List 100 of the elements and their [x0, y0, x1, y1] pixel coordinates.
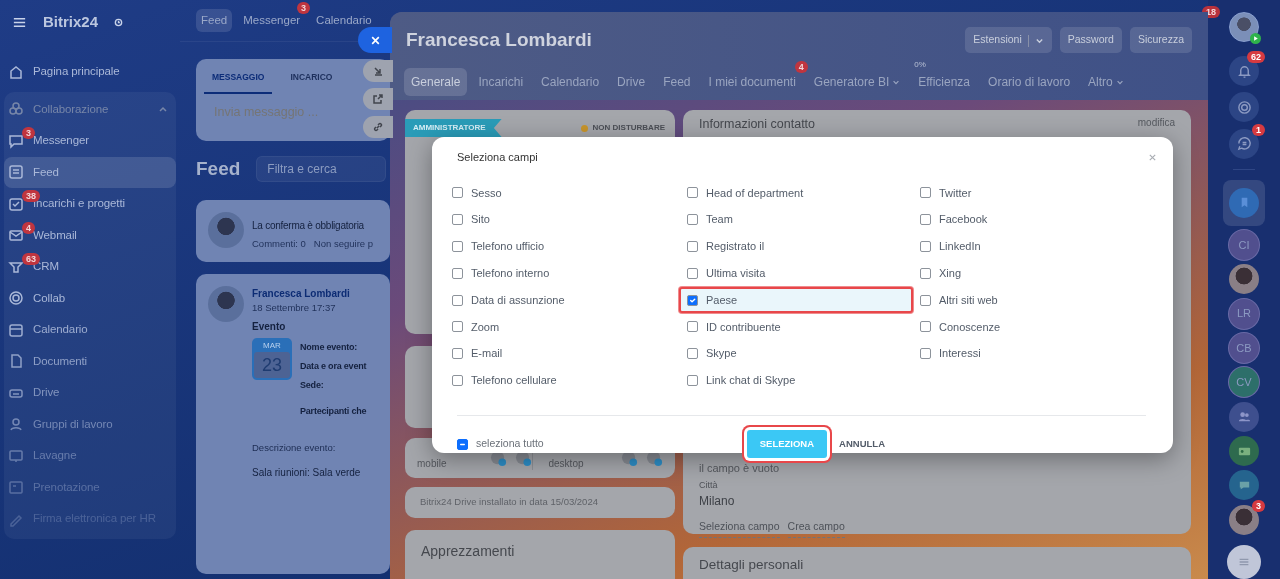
app-label: mobile: [417, 457, 448, 470]
event-field-label: Sede:: [300, 378, 324, 392]
checkbox[interactable]: [452, 321, 463, 333]
contact-avatar[interactable]: [1229, 264, 1259, 295]
field-link[interactable]: Crea campo: [787, 519, 845, 538]
checkbox[interactable]: [920, 294, 931, 306]
sidebar-item[interactable]: Documenti: [4, 345, 176, 377]
checkbox[interactable]: [920, 321, 931, 333]
count-badge: 62: [1247, 51, 1265, 64]
sidebar-item[interactable]: Lavagne: [4, 440, 176, 472]
checkbox[interactable]: [452, 374, 463, 386]
checkbox[interactable]: [920, 267, 931, 279]
dropdown-button[interactable]: Estensioni: [965, 27, 1052, 54]
contact-avatar[interactable]: CV: [1229, 367, 1259, 398]
checkbox[interactable]: [452, 267, 463, 279]
cancel-button[interactable]: ANNULLA: [833, 435, 891, 453]
contacts-button[interactable]: [1229, 436, 1259, 467]
checkbox[interactable]: [452, 214, 463, 226]
contact-avatar[interactable]: [1229, 504, 1259, 535]
composer-tab[interactable]: INCARICO: [282, 59, 341, 94]
sidebar-item[interactable]: Pagina principale: [4, 56, 176, 88]
play-icon: [1250, 33, 1261, 44]
checkbox-label: Telefono interno: [471, 266, 550, 282]
clock-icon: [114, 17, 124, 27]
chat-icon: [1236, 136, 1252, 152]
sidebar-item[interactable]: Feed: [4, 156, 176, 188]
messages-button[interactable]: [1229, 470, 1259, 501]
menu-button[interactable]: [1227, 545, 1261, 579]
profile-tab[interactable]: Drive: [610, 67, 653, 96]
message-field[interactable]: Invia messaggio ...: [212, 101, 342, 123]
checkbox[interactable]: [687, 241, 698, 252]
checkbox[interactable]: [452, 348, 463, 360]
logo[interactable]: Bitrix24: [43, 10, 99, 34]
checkbox-label: Xing: [939, 266, 962, 282]
checkbox[interactable]: [687, 348, 698, 360]
group-header[interactable]: Collaborazione: [4, 93, 176, 125]
profile-tab[interactable]: Generale: [404, 67, 468, 96]
post-meta-link[interactable]: Non seguire p: [313, 236, 373, 251]
nav-tab[interactable]: Calendario: [311, 8, 377, 33]
profile-tab[interactable]: Incarichi: [471, 67, 531, 96]
checkbox[interactable]: [687, 374, 698, 386]
bookmarks-button[interactable]: [1229, 187, 1259, 218]
checkbox[interactable]: [920, 214, 931, 226]
checkbox[interactable]: [452, 241, 463, 252]
group-chat-button[interactable]: [1229, 401, 1259, 432]
checkbox[interactable]: [687, 294, 698, 306]
profile-tab[interactable]: Generatore BI: [806, 67, 908, 96]
field-link[interactable]: Seleziona campo: [699, 519, 780, 538]
contact-avatar[interactable]: CI: [1229, 229, 1259, 260]
checkbox[interactable]: [687, 214, 698, 226]
calendar-month: MAR: [262, 339, 282, 352]
checkbox[interactable]: [920, 348, 931, 360]
empty-note: il campo è vuoto: [699, 461, 781, 476]
count-badge: 4: [794, 60, 808, 73]
close-icon: [1148, 152, 1157, 162]
card-title: Dettagli personali: [699, 556, 805, 574]
checkbox[interactable]: [457, 438, 468, 450]
sidebar-item[interactable]: Drive: [4, 377, 176, 409]
profile-tab[interactable]: Calendario: [534, 67, 607, 96]
checkbox[interactable]: [687, 187, 698, 199]
role-tag[interactable]: AMMINISTRATORE: [405, 119, 502, 137]
checkbox[interactable]: [452, 187, 463, 199]
profile-tab[interactable]: Feed: [656, 67, 698, 96]
home-icon: [8, 63, 24, 80]
nav-tab[interactable]: Feed: [196, 8, 233, 33]
event-field-label: Data e ora event: [300, 359, 367, 373]
header-button[interactable]: Sicurezza: [1129, 27, 1192, 54]
header-button[interactable]: Password: [1059, 27, 1122, 54]
post-meta-link[interactable]: Commenti: 0: [252, 236, 306, 251]
profile-tab[interactable]: Orario di lavoro: [981, 67, 1078, 96]
open-window-button[interactable]: [363, 88, 393, 110]
contact-avatar[interactable]: LR: [1229, 298, 1259, 329]
contact-avatar[interactable]: CB: [1229, 332, 1259, 363]
field-value: Milano: [699, 493, 736, 510]
chat-icon: [8, 132, 24, 149]
checkbox[interactable]: [920, 241, 931, 252]
edit-link[interactable]: modifica: [1137, 117, 1175, 132]
author-link[interactable]: Francesca Lombardi: [252, 285, 350, 301]
user-avatar[interactable]: [1229, 12, 1259, 42]
field-label: Città: [699, 478, 719, 492]
sidebar-item[interactable]: Calendario: [4, 314, 176, 346]
checkbox[interactable]: [687, 267, 698, 279]
checkbox-label: Telefono cellulare: [471, 373, 557, 389]
document-icon: [8, 164, 24, 181]
avatar: [208, 285, 244, 322]
assistant-button[interactable]: [1229, 92, 1259, 123]
description-label: Descrizione evento:: [252, 440, 336, 455]
copy-link-button[interactable]: [363, 116, 393, 138]
profile-tab[interactable]: Altro: [1081, 67, 1131, 96]
checkbox[interactable]: [687, 321, 698, 333]
notifications-button[interactable]: [1229, 56, 1259, 87]
checkbox[interactable]: [452, 294, 463, 306]
sidebar-item[interactable]: Gruppi di lavoro: [4, 408, 176, 440]
checkbox[interactable]: [920, 187, 931, 199]
checkbox-label: Sesso: [471, 185, 502, 201]
close-button[interactable]: [358, 27, 392, 53]
sidebar-item[interactable]: Collab: [4, 282, 176, 314]
minimize-button[interactable]: [363, 60, 393, 82]
chats-button[interactable]: [1229, 128, 1259, 159]
composer-tab[interactable]: MESSAGGIO: [204, 59, 273, 94]
